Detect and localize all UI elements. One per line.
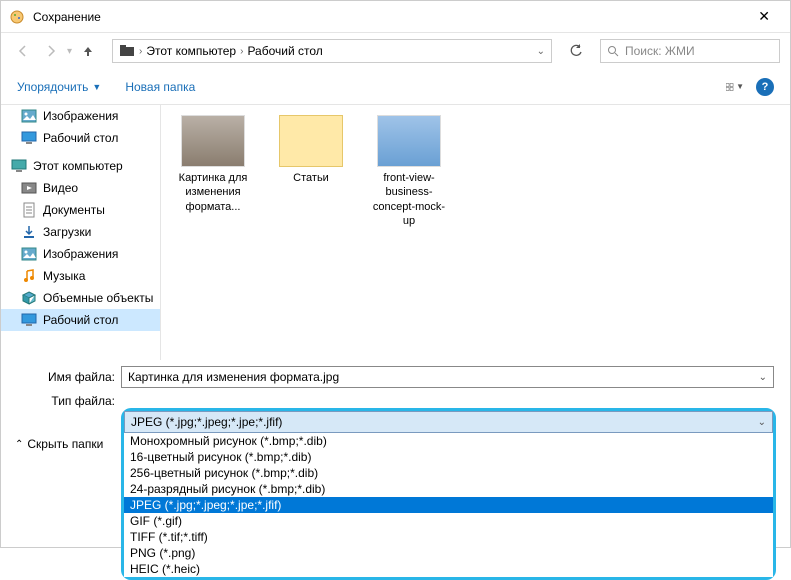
image-icon <box>21 246 37 262</box>
file-item[interactable]: front-view-business-concept-mock-up <box>369 115 449 228</box>
desktop-icon <box>21 312 37 328</box>
up-button[interactable] <box>76 39 100 63</box>
sidebar-item[interactable]: Видео <box>1 177 160 199</box>
titlebar: Сохранение ✕ <box>1 1 790 33</box>
back-button[interactable] <box>11 39 35 63</box>
filetype-option[interactable]: GIF (*.gif) <box>124 513 773 529</box>
filetype-option[interactable]: JPEG (*.jpg;*.jpeg;*.jpe;*.jfif) <box>124 497 773 513</box>
pc-icon <box>11 158 27 174</box>
chevron-down-icon: ▼ <box>92 82 101 92</box>
search-input[interactable]: Поиск: ЖМИ <box>600 39 780 63</box>
app-icon <box>9 9 25 25</box>
desktop-icon <box>21 130 37 146</box>
filetype-option[interactable]: Монохромный рисунок (*.bmp;*.dib) <box>124 433 773 449</box>
sidebar-item[interactable]: Изображения <box>1 243 160 265</box>
filetype-highlight: JPEG (*.jpg;*.jpeg;*.jpe;*.jfif) ⌄ Монох… <box>121 408 776 580</box>
filename-label: Имя файла: <box>1 370 121 384</box>
download-icon <box>21 224 37 240</box>
sidebar-item[interactable]: Музыка <box>1 265 160 287</box>
file-label: front-view-business-concept-mock-up <box>369 171 449 228</box>
file-item[interactable]: Статьи <box>271 115 351 185</box>
filetype-select[interactable]: JPEG (*.jpg;*.jpeg;*.jpe;*.jfif) ⌄ <box>124 411 773 433</box>
file-list[interactable]: Картинка для изменения формата... Статьи f… <box>161 105 790 360</box>
video-icon <box>21 180 37 196</box>
organize-button[interactable]: Упорядочить ▼ <box>17 80 101 94</box>
sidebar-item[interactable]: Загрузки <box>1 221 160 243</box>
image-icon <box>21 108 37 124</box>
3d-icon <box>21 290 37 306</box>
sidebar-this-pc[interactable]: Этот компьютер <box>1 155 160 177</box>
chevron-down-icon[interactable]: ⌄ <box>758 417 766 428</box>
search-placeholder: Поиск: ЖМИ <box>625 44 695 58</box>
bottom-panel: Имя файла: Картинка для изменения формат… <box>1 360 790 580</box>
file-thumbnail <box>181 115 245 167</box>
breadcrumb-location[interactable]: Рабочий стол <box>247 44 322 58</box>
filetype-dropdown[interactable]: Монохромный рисунок (*.bmp;*.dib)16-цвет… <box>124 433 773 577</box>
breadcrumb[interactable]: › Этот компьютер › Рабочий стол ⌄ <box>112 39 552 63</box>
filetype-option[interactable]: HEIC (*.heic) <box>124 561 773 577</box>
music-icon <box>21 268 37 284</box>
filetype-option[interactable]: 24-разрядный рисунок (*.bmp;*.dib) <box>124 481 773 497</box>
chevron-right-icon: › <box>139 46 142 57</box>
file-label: Статьи <box>271 171 351 185</box>
folder-icon <box>119 43 135 59</box>
recent-dropdown-icon[interactable]: ▾ <box>67 46 72 57</box>
sidebar-item[interactable]: Рабочий стол <box>1 127 160 149</box>
filetype-option[interactable]: TIFF (*.tif;*.tiff) <box>124 529 773 545</box>
body: ИзображенияРабочий стол Этот компьютер В… <box>1 105 790 360</box>
refresh-button[interactable] <box>564 39 588 63</box>
sidebar[interactable]: ИзображенияРабочий стол Этот компьютер В… <box>1 105 161 360</box>
file-thumbnail <box>279 115 343 167</box>
file-label: Картинка для изменения формата... <box>173 171 253 214</box>
filetype-option[interactable]: 256-цветный рисунок (*.bmp;*.dib) <box>124 465 773 481</box>
search-icon <box>607 45 619 57</box>
close-button[interactable]: ✕ <box>746 8 782 25</box>
view-options-button[interactable]: ▼ <box>726 78 744 96</box>
sidebar-item[interactable]: Рабочий стол <box>1 309 160 331</box>
toolbar: Упорядочить ▼ Новая папка ▼ ? <box>1 69 790 105</box>
file-item[interactable]: Картинка для изменения формата... <box>173 115 253 214</box>
doc-icon <box>21 202 37 218</box>
sidebar-item[interactable]: Изображения <box>1 105 160 127</box>
sidebar-item[interactable]: Документы <box>1 199 160 221</box>
chevron-right-icon: › <box>240 46 243 57</box>
hide-folders-button[interactable]: ⌃ Скрыть папки <box>15 437 103 451</box>
sidebar-item[interactable]: Объемные объекты <box>1 287 160 309</box>
help-button[interactable]: ? <box>756 78 774 96</box>
filetype-label: Тип файла: <box>1 394 121 408</box>
forward-button[interactable] <box>39 39 63 63</box>
new-folder-button[interactable]: Новая папка <box>125 80 195 94</box>
filetype-option[interactable]: 16-цветный рисунок (*.bmp;*.dib) <box>124 449 773 465</box>
filename-input[interactable]: Картинка для изменения формата.jpg ⌄ <box>121 366 774 388</box>
chevron-up-icon: ⌃ <box>15 439 23 450</box>
navbar: ▾ › Этот компьютер › Рабочий стол ⌄ Поис… <box>1 33 790 69</box>
filetype-option[interactable]: PNG (*.png) <box>124 545 773 561</box>
window-title: Сохранение <box>33 10 746 24</box>
chevron-down-icon[interactable]: ⌄ <box>759 372 767 383</box>
breadcrumb-root[interactable]: Этот компьютер <box>146 44 236 58</box>
chevron-down-icon[interactable]: ⌄ <box>537 46 545 57</box>
file-thumbnail <box>377 115 441 167</box>
